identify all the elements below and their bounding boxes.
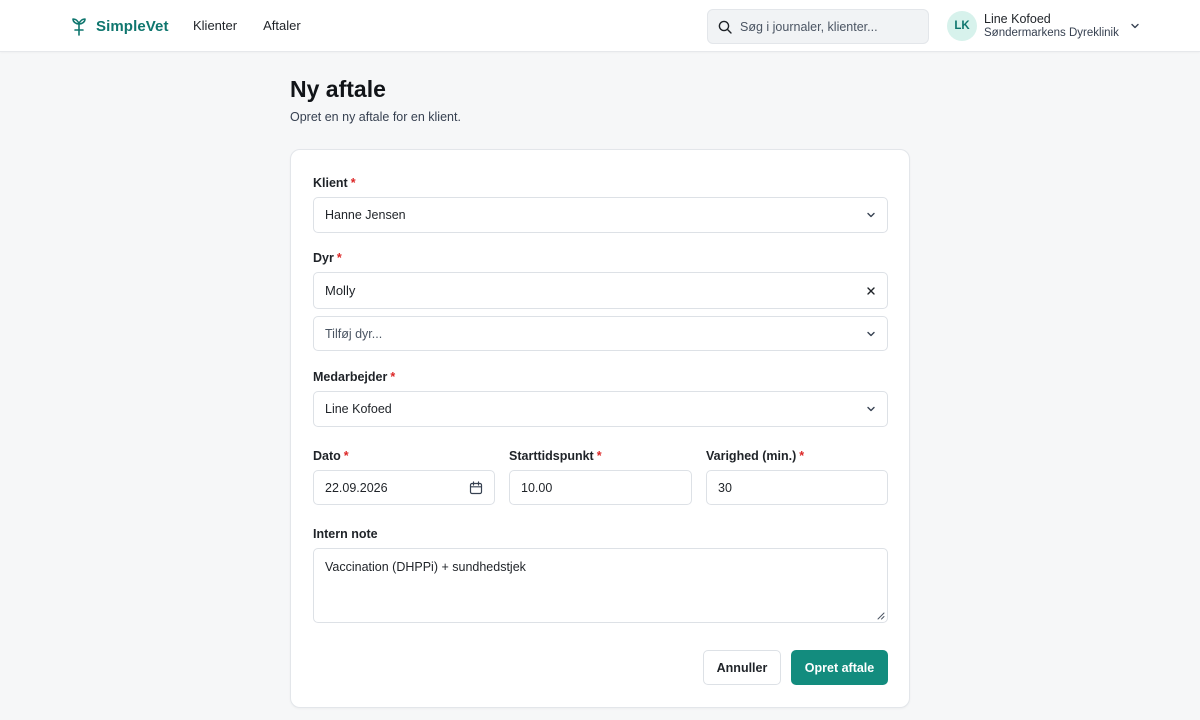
client-select[interactable]: Hanne Jensen (313, 197, 888, 233)
chevron-down-icon[interactable] (1130, 21, 1140, 31)
chevron-down-icon (867, 331, 875, 336)
selected-animal-chip: Molly (313, 272, 888, 309)
note-label: Intern note (313, 527, 378, 541)
date-label-text: Dato (313, 449, 341, 463)
date-label: Dato * (313, 449, 349, 463)
close-icon[interactable] (866, 286, 876, 296)
start-time-label: Starttidspunkt * (509, 449, 602, 463)
resize-handle-icon[interactable] (877, 612, 885, 620)
required-mark: * (596, 449, 602, 463)
duration-value: 30 (718, 480, 732, 495)
note-textarea[interactable]: Vaccination (DHPPi) + sundhedstjek (313, 548, 888, 623)
brand-logo-link[interactable]: SimpleVet (70, 14, 169, 38)
client-label-text: Klient (313, 176, 348, 190)
staff-select[interactable]: Line Kofoed (313, 391, 888, 427)
user-menu[interactable]: LK Line Kofoed Søndermarkens Dyreklinik (947, 11, 1140, 41)
nav-link-aftaler[interactable]: Aftaler (263, 18, 301, 33)
date-input[interactable]: 22.09.2026 (313, 470, 495, 505)
chevron-down-icon (867, 212, 875, 218)
required-mark: * (336, 251, 342, 265)
main-nav: Klienter Aftaler (193, 18, 301, 33)
start-time-label-text: Starttidspunkt (509, 449, 594, 463)
required-mark: * (343, 449, 349, 463)
animal-label: Dyr * (313, 251, 342, 265)
nav-link-klienter[interactable]: Klienter (193, 18, 237, 33)
staff-label: Medarbejder * (313, 370, 395, 384)
date-value: 22.09.2026 (325, 480, 388, 495)
calendar-icon[interactable] (469, 480, 483, 495)
client-select-value: Hanne Jensen (325, 208, 406, 222)
duration-label: Varighed (min.) * (706, 449, 804, 463)
search-input[interactable]: Søg i journaler, klienter... (707, 9, 929, 44)
create-appointment-button[interactable]: Opret aftale (791, 650, 888, 685)
pet-care-logo-icon (72, 18, 86, 36)
staff-select-value: Line Kofoed (325, 402, 392, 416)
user-name: Line Kofoed (984, 12, 1051, 26)
staff-label-text: Medarbejder (313, 370, 388, 384)
user-clinic: Søndermarkens Dyreklinik (984, 27, 1119, 39)
duration-label-text: Varighed (min.) (706, 449, 797, 463)
start-time-input[interactable]: 10.00 (509, 470, 692, 505)
avatar: LK (947, 11, 977, 41)
add-animal-placeholder: Tilføj dyr... (325, 326, 383, 341)
search-placeholder: Søg i journaler, klienter... (740, 19, 878, 34)
chevron-down-icon (867, 406, 875, 412)
page-title: Ny aftale (290, 76, 386, 102)
add-animal-select[interactable]: Tilføj dyr... (313, 316, 888, 351)
brand-name: SimpleVet (96, 17, 169, 35)
selected-animal-name: Molly (325, 283, 356, 298)
client-label: Klient * (313, 176, 356, 190)
required-mark: * (799, 449, 805, 463)
required-mark: * (390, 370, 396, 384)
appointment-form-card: Klient * Hanne Jensen Dyr * Molly Tilføj d… (290, 149, 910, 708)
note-value: Vaccination (DHPPi) + sundhedstjek (325, 560, 526, 574)
cancel-button[interactable]: Annuller (703, 650, 781, 685)
user-info: Line Kofoed Søndermarkens Dyreklinik (984, 12, 1119, 40)
top-navigation-bar: SimpleVet Klienter Aftaler Søg i journal… (0, 0, 1200, 52)
page-subtitle: Opret en ny aftale for en klient. (290, 110, 461, 124)
search-icon (718, 20, 732, 34)
animal-label-text: Dyr (313, 251, 334, 265)
required-mark: * (350, 176, 356, 190)
start-time-value: 10.00 (521, 480, 553, 495)
duration-input[interactable]: 30 (706, 470, 888, 505)
